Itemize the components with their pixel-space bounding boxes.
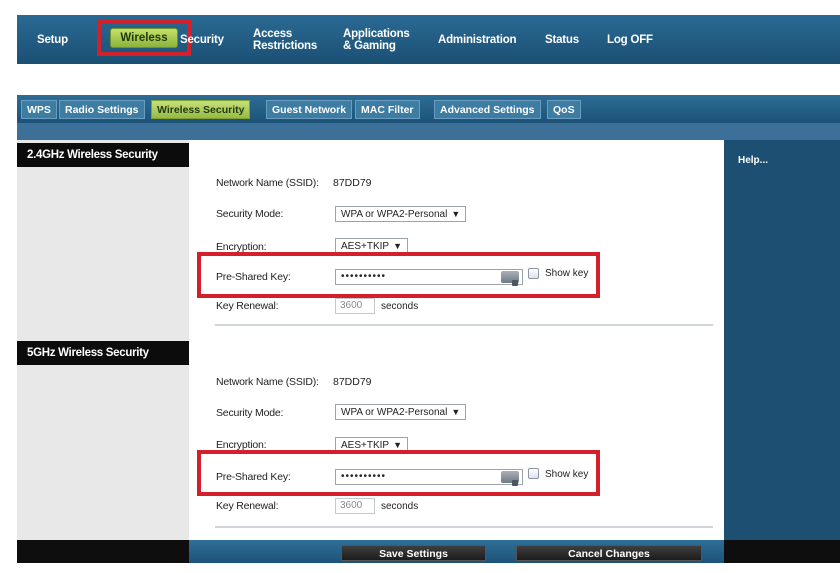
psk-highlight-5ghz <box>197 450 600 496</box>
chevron-down-icon: ▼ <box>393 440 402 450</box>
nav-applications-gaming[interactable]: Applications & Gaming <box>343 15 410 64</box>
ssid-label-2ghz: Network Name (SSID): <box>216 177 319 189</box>
nav-access-line2: Restrictions <box>253 39 318 52</box>
section-title-5ghz: 5GHz Wireless Security <box>17 341 189 365</box>
help-link[interactable]: Help... <box>738 155 768 166</box>
tab-wireless-security[interactable]: Wireless Security <box>151 100 251 119</box>
tab-advanced-settings[interactable]: Advanced Settings <box>434 100 541 119</box>
security-mode-select-2ghz[interactable]: WPA or WPA2-Personal ▼ <box>335 206 467 222</box>
security-mode-label-2ghz: Security Mode: <box>216 208 284 220</box>
seconds-label-2ghz: seconds <box>381 301 419 312</box>
tab-wps[interactable]: WPS <box>21 100 57 119</box>
nav-security[interactable]: Security <box>180 15 224 64</box>
help-panel: Help... <box>724 140 840 540</box>
nav-access-line1: Access <box>253 27 293 40</box>
security-mode-value-2ghz: WPA or WPA2-Personal <box>341 209 448 220</box>
psk-highlight-2ghz <box>197 252 600 298</box>
tab-mac-filter[interactable]: MAC Filter <box>355 100 420 119</box>
tab-underline-bar <box>17 123 840 140</box>
nav-access-restrictions[interactable]: Access Restrictions <box>253 15 317 64</box>
key-renewal-label-2ghz: Key Renewal: <box>216 300 279 312</box>
chevron-down-icon: ▼ <box>451 209 461 219</box>
security-mode-select-5ghz[interactable]: WPA or WPA2-Personal ▼ <box>335 404 467 420</box>
key-renewal-label-5ghz: Key Renewal: <box>216 500 279 512</box>
key-renewal-input-5ghz[interactable]: 3600 <box>335 498 375 514</box>
settings-content: Network Name (SSID): 87DD79 Security Mod… <box>189 140 724 540</box>
save-settings-button[interactable]: Save Settings <box>341 545 486 561</box>
cancel-changes-button[interactable]: Cancel Changes <box>516 545 702 561</box>
nav-setup[interactable]: Setup <box>37 15 68 64</box>
top-navigation-bar: Setup Wireless Security Access Restricti… <box>17 15 840 64</box>
nav-administration[interactable]: Administration <box>438 15 517 64</box>
tab-bar: WPS Radio Settings Wireless Security Gue… <box>17 95 840 123</box>
section-divider <box>215 526 713 528</box>
tab-guest-network[interactable]: Guest Network <box>266 100 353 119</box>
nav-apps-line2: & Gaming <box>343 39 396 52</box>
nav-status[interactable]: Status <box>545 15 579 64</box>
security-mode-value-5ghz: WPA or WPA2-Personal <box>341 407 448 418</box>
chevron-down-icon: ▼ <box>451 407 461 417</box>
left-sidebar: 2.4GHz Wireless Security 5GHz Wireless S… <box>17 140 189 540</box>
nav-wireless[interactable]: Wireless <box>110 28 178 48</box>
tab-radio-settings[interactable]: Radio Settings <box>59 100 145 119</box>
security-mode-label-5ghz: Security Mode: <box>216 407 284 419</box>
section-title-2ghz: 2.4GHz Wireless Security <box>17 143 189 167</box>
nav-logoff[interactable]: Log OFF <box>607 15 653 64</box>
seconds-label-5ghz: seconds <box>381 501 419 512</box>
encryption-value-2ghz: AES+TKIP <box>341 241 390 252</box>
bottom-action-bar: Save Settings Cancel Changes <box>17 540 840 563</box>
key-renewal-input-2ghz[interactable]: 3600 <box>335 298 375 314</box>
tab-qos[interactable]: QoS <box>547 100 581 119</box>
ssid-label-5ghz: Network Name (SSID): <box>216 376 319 388</box>
nav-apps-line1: Applications <box>343 27 410 40</box>
ssid-value-5ghz: 87DD79 <box>333 376 372 388</box>
chevron-down-icon: ▼ <box>393 241 402 251</box>
bottom-action-strip: Save Settings Cancel Changes <box>189 540 724 563</box>
section-divider <box>215 324 713 326</box>
ssid-value-2ghz: 87DD79 <box>333 177 372 189</box>
nav-wireless-highlight: Wireless <box>97 20 191 56</box>
